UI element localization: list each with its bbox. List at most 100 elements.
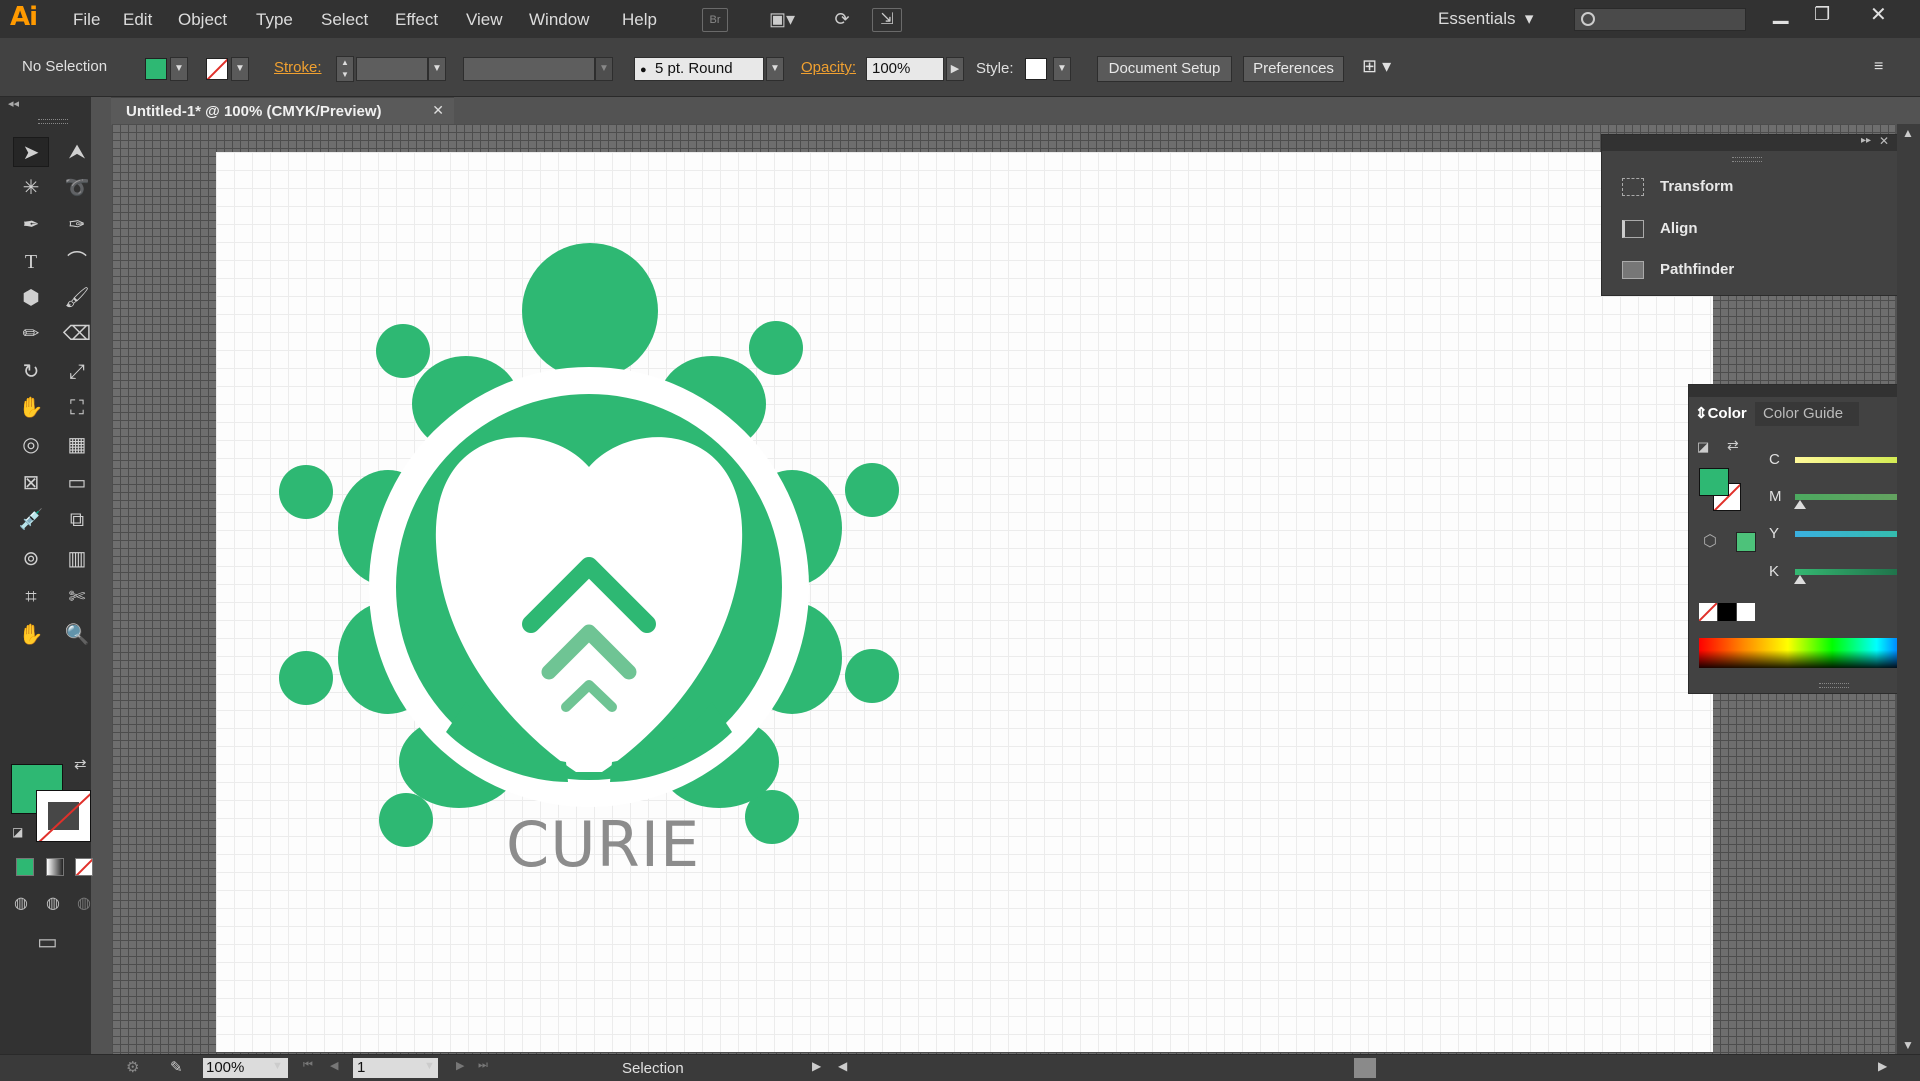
white-swatch[interactable]	[1737, 603, 1755, 621]
menu-view[interactable]: View	[466, 10, 503, 30]
magic-wand-tool-icon[interactable]: ✳	[13, 173, 49, 203]
menu-object[interactable]: Object	[178, 10, 227, 30]
draw-inside-icon[interactable]: ◍	[77, 893, 91, 913]
direct-selection-tool-icon[interactable]: ⮝	[59, 137, 95, 167]
panel-resize-grip[interactable]	[1819, 683, 1849, 688]
slice-tool-icon[interactable]: ✄	[59, 582, 95, 612]
stroke-weight-dropdown-icon[interactable]: ▼	[428, 57, 446, 81]
curie-logo[interactable]	[276, 242, 916, 882]
logo-text[interactable]: CURIE	[506, 808, 700, 881]
close-window-icon[interactable]: ✕	[1870, 2, 1887, 27]
fill-color-swatch[interactable]	[145, 58, 167, 80]
graphic-style-swatch[interactable]	[1025, 58, 1047, 80]
last-artboard-icon[interactable]: ⏭	[478, 1059, 488, 1072]
close-tab-icon[interactable]: ✕	[432, 102, 444, 119]
style-dropdown-icon[interactable]: ▼	[1053, 57, 1071, 81]
scale-tool-icon[interactable]: ⤢	[59, 357, 95, 387]
rotate-tool-icon[interactable]: ↻	[13, 357, 49, 387]
menu-edit[interactable]: Edit	[123, 10, 152, 30]
color-spectrum[interactable]	[1699, 638, 1920, 668]
mesh-tool-icon[interactable]: ⊠	[13, 468, 49, 498]
lasso-tool-icon[interactable]: ➰	[59, 173, 95, 203]
puppet-warp-tool-icon[interactable]: ✋	[13, 393, 49, 423]
search-input[interactable]	[1574, 8, 1746, 31]
arc-tool-icon[interactable]: ⌒	[59, 247, 95, 277]
profile-dropdown-icon[interactable]: ▼	[595, 57, 613, 81]
blend-tool-icon[interactable]: ⧉	[59, 505, 95, 535]
opacity-label[interactable]: Opacity:	[801, 59, 856, 76]
type-tool-icon[interactable]: T	[13, 247, 49, 277]
menu-type[interactable]: Type	[256, 10, 293, 30]
zoom-tool-icon[interactable]: 🔍	[59, 620, 95, 650]
pen-tool-icon[interactable]: ✒	[13, 210, 49, 240]
stroke-color-swatch[interactable]	[206, 58, 228, 80]
panel-grip[interactable]	[38, 119, 68, 124]
draw-normal-icon[interactable]: ◍	[14, 893, 28, 913]
column-graph-tool-icon[interactable]: ▥	[59, 544, 95, 574]
swap-fill-stroke-icon[interactable]: ⇄	[74, 755, 87, 773]
color-panel-header[interactable]	[1689, 385, 1919, 397]
next-artboard-icon[interactable]: ▶	[456, 1059, 464, 1072]
paintbrush-tool-icon[interactable]: 🖌	[59, 283, 95, 313]
selection-tool-icon[interactable]: ➤	[13, 137, 49, 167]
edit-artboard-icon[interactable]: ✎	[170, 1058, 183, 1076]
first-artboard-icon[interactable]: ⏮	[303, 1059, 313, 1072]
pencil-tool-icon[interactable]: ✏	[13, 319, 49, 349]
color-mode-button[interactable]	[16, 858, 34, 876]
stroke-weight-stepper[interactable]: ▲ ▼	[336, 56, 354, 82]
stroke-weight-field[interactable]	[356, 57, 428, 81]
arrange-documents-icon[interactable]: ▣▾	[762, 8, 802, 30]
status-menu-icon[interactable]: ▶	[812, 1059, 821, 1073]
bridge-button[interactable]: Br	[702, 8, 728, 32]
draw-behind-icon[interactable]: ◍	[46, 893, 60, 913]
stroke-label[interactable]: Stroke:	[274, 59, 322, 76]
menu-effect[interactable]: Effect	[395, 10, 438, 30]
color-guide-tab[interactable]: Color Guide	[1755, 402, 1859, 426]
menu-window[interactable]: Window	[529, 10, 589, 30]
minimize-icon[interactable]: ▁	[1773, 0, 1788, 25]
gradient-mode-button[interactable]	[46, 858, 64, 876]
previous-artboard-icon[interactable]: ◀	[330, 1059, 338, 1072]
stroke-color-box[interactable]	[36, 790, 91, 842]
panel-dock-header[interactable]: ▸▸ ✕	[1602, 134, 1897, 151]
scroll-right-icon[interactable]: ▶	[1878, 1059, 1887, 1073]
artboard-nav-icon[interactable]: ⚙	[126, 1058, 139, 1076]
scroll-up-icon[interactable]: ▲	[1902, 126, 1914, 140]
default-colors-icon[interactable]: ◪	[12, 825, 23, 839]
collapse-panel-icon[interactable]: ◂◂	[8, 97, 19, 110]
brush-dropdown-icon[interactable]: ▼	[766, 57, 784, 81]
none-mode-button[interactable]	[75, 858, 93, 876]
gradient-tool-icon[interactable]: ▭	[59, 468, 95, 498]
artboard-tool-icon[interactable]: ⌗	[13, 582, 49, 612]
shape-builder-tool-icon[interactable]: ◎	[13, 430, 49, 460]
stroke-dropdown-icon[interactable]: ▼	[231, 57, 249, 81]
black-swatch[interactable]	[1718, 603, 1736, 621]
align-panel-button[interactable]: Align	[1622, 215, 1698, 243]
free-transform-tool-icon[interactable]: ⛶	[59, 393, 95, 423]
eraser-tool-icon[interactable]: ⌫	[59, 319, 95, 349]
pathfinder-panel-button[interactable]: Pathfinder	[1622, 256, 1734, 284]
closest-color-swatch[interactable]	[1736, 532, 1756, 552]
vertical-scrollbar[interactable]: ▲ ▼	[1897, 124, 1920, 1054]
artboard-dropdown-icon[interactable]: ▼	[424, 1060, 435, 1072]
none-swatch[interactable]	[1699, 603, 1717, 621]
eyedropper-tool-icon[interactable]: 💉	[13, 505, 49, 535]
polygon-tool-icon[interactable]: ⬢	[13, 283, 49, 313]
scroll-down-icon[interactable]: ▼	[1902, 1038, 1914, 1052]
opacity-arrow-icon[interactable]: ▶	[946, 57, 964, 81]
sync-settings-icon[interactable]: ⟳	[826, 8, 858, 30]
variable-width-profile[interactable]	[463, 57, 595, 81]
menu-file[interactable]: File	[73, 10, 100, 30]
out-of-gamut-icon[interactable]: ⬡	[1703, 531, 1717, 551]
default-fill-stroke-icon[interactable]: ◪	[1697, 439, 1709, 455]
swap-fill-stroke-icon[interactable]: ⇄	[1727, 437, 1739, 454]
brush-definition-field[interactable]: ● 5 pt. Round	[634, 57, 764, 81]
panel-menu-icon[interactable]: ≡	[1874, 58, 1883, 76]
curvature-tool-icon[interactable]: ✑	[59, 210, 95, 240]
magenta-slider-thumb[interactable]	[1794, 500, 1806, 509]
status-mode[interactable]: Selection	[622, 1060, 684, 1077]
workspace-switcher[interactable]: Essentials ▾	[1438, 9, 1533, 29]
preferences-button[interactable]: Preferences	[1243, 56, 1344, 82]
zoom-dropdown-icon[interactable]: ▼	[272, 1060, 283, 1072]
menu-help[interactable]: Help	[622, 10, 657, 30]
